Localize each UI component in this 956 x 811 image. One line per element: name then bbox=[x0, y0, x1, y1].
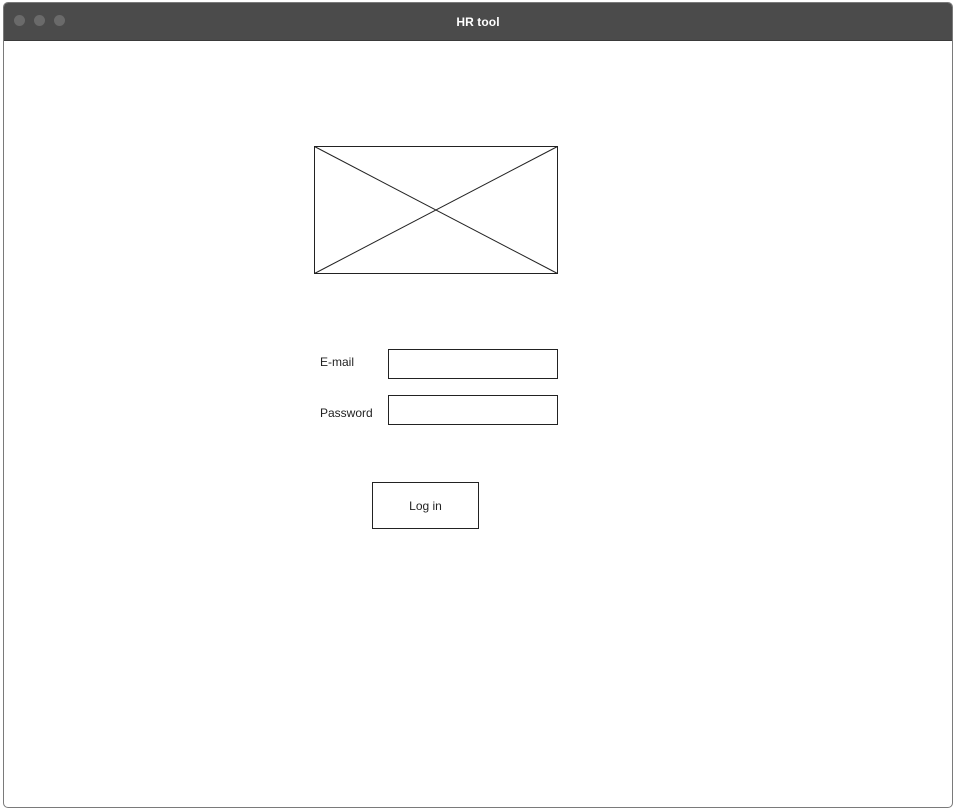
login-button[interactable]: Log in bbox=[372, 482, 479, 529]
window-title: HR tool bbox=[456, 15, 500, 29]
password-label: Password bbox=[320, 406, 373, 420]
password-field[interactable] bbox=[388, 395, 558, 425]
email-field[interactable] bbox=[388, 349, 558, 379]
logo-image-placeholder-icon bbox=[314, 146, 558, 274]
window-titlebar[interactable]: HR tool bbox=[4, 3, 952, 41]
app-window: HR tool E-mail Password Log in bbox=[3, 2, 953, 808]
email-label: E-mail bbox=[320, 355, 355, 369]
